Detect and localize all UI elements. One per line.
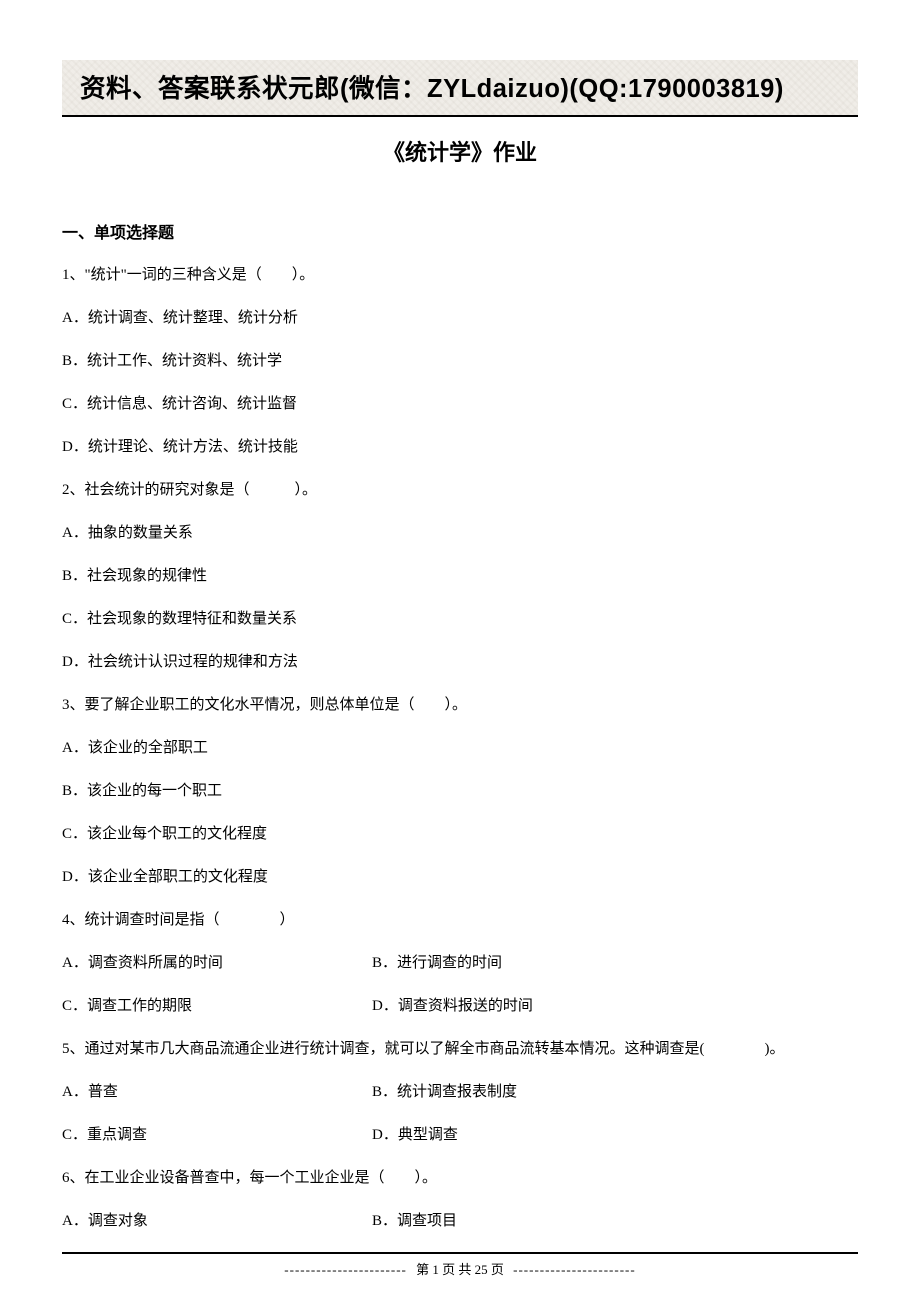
header-banner-text: 资料、答案联系状元郎(微信：ZYLdaizuo)(QQ:1790003819) <box>62 68 858 105</box>
q4-option-d: D．调查资料报送的时间 <box>372 996 858 1017</box>
q1-option-a: A．统计调查、统计整理、统计分析 <box>62 308 858 329</box>
q5-option-a: A．普查 <box>62 1082 372 1103</box>
section-heading: 一、单项选择题 <box>62 219 858 243</box>
footer-dash-left: ----------------------- <box>284 1262 407 1278</box>
q5-option-b: B．统计调查报表制度 <box>372 1082 858 1103</box>
q5-row-cd: C．重点调查 D．典型调查 <box>62 1125 858 1146</box>
q4-option-c: C．调查工作的期限 <box>62 996 372 1017</box>
q3-option-d: D．该企业全部职工的文化程度 <box>62 867 858 888</box>
footer-dash-right: ----------------------- <box>513 1262 636 1278</box>
footer-page-number: 第 1 页 共 25 页 <box>410 1259 510 1278</box>
q3-option-b: B．该企业的每一个职工 <box>62 781 858 802</box>
q3-option-c: C．该企业每个职工的文化程度 <box>62 824 858 845</box>
q2-option-a: A．抽象的数量关系 <box>62 523 858 544</box>
q6-row-ab: A．调查对象 B．调查项目 <box>62 1211 858 1232</box>
header-banner: 资料、答案联系状元郎(微信：ZYLdaizuo)(QQ:1790003819) <box>62 60 858 117</box>
q1-option-d: D．统计理论、统计方法、统计技能 <box>62 437 858 458</box>
page-footer: ----------------------- 第 1 页 共 25 页 ---… <box>0 1259 920 1278</box>
q6-option-a: A．调查对象 <box>62 1211 372 1232</box>
q4-row-ab: A．调查资料所属的时间 B．进行调查的时间 <box>62 953 858 974</box>
q5-stem: 5、通过对某市几大商品流通企业进行统计调查，就可以了解全市商品流转基本情况。这种… <box>62 1039 858 1060</box>
q3-option-a: A．该企业的全部职工 <box>62 738 858 759</box>
document-page: 资料、答案联系状元郎(微信：ZYLdaizuo)(QQ:1790003819) … <box>0 0 920 1302</box>
q5-row-ab: A．普查 B．统计调查报表制度 <box>62 1082 858 1103</box>
q4-option-a: A．调查资料所属的时间 <box>62 953 372 974</box>
q5-option-c: C．重点调查 <box>62 1125 372 1146</box>
footer-separator <box>62 1252 858 1254</box>
q2-option-b: B．社会现象的规律性 <box>62 566 858 587</box>
document-title: 《统计学》作业 <box>62 135 858 167</box>
q4-stem: 4、统计调查时间是指（ ） <box>62 910 858 931</box>
q3-stem: 3、要了解企业职工的文化水平情况，则总体单位是（ ）。 <box>62 695 858 716</box>
q4-option-b: B．进行调查的时间 <box>372 953 858 974</box>
q5-option-d: D．典型调查 <box>372 1125 858 1146</box>
q6-option-b: B．调查项目 <box>372 1211 858 1232</box>
q2-option-d: D．社会统计认识过程的规律和方法 <box>62 652 858 673</box>
q1-stem: 1、"统计"一词的三种含义是（ ）。 <box>62 265 858 286</box>
q6-stem: 6、在工业企业设备普查中，每一个工业企业是（ ）。 <box>62 1168 858 1189</box>
q2-stem: 2、社会统计的研究对象是（ ）。 <box>62 480 858 501</box>
q1-option-c: C．统计信息、统计咨询、统计监督 <box>62 394 858 415</box>
q2-option-c: C．社会现象的数理特征和数量关系 <box>62 609 858 630</box>
q4-row-cd: C．调查工作的期限 D．调查资料报送的时间 <box>62 996 858 1017</box>
q1-option-b: B．统计工作、统计资料、统计学 <box>62 351 858 372</box>
